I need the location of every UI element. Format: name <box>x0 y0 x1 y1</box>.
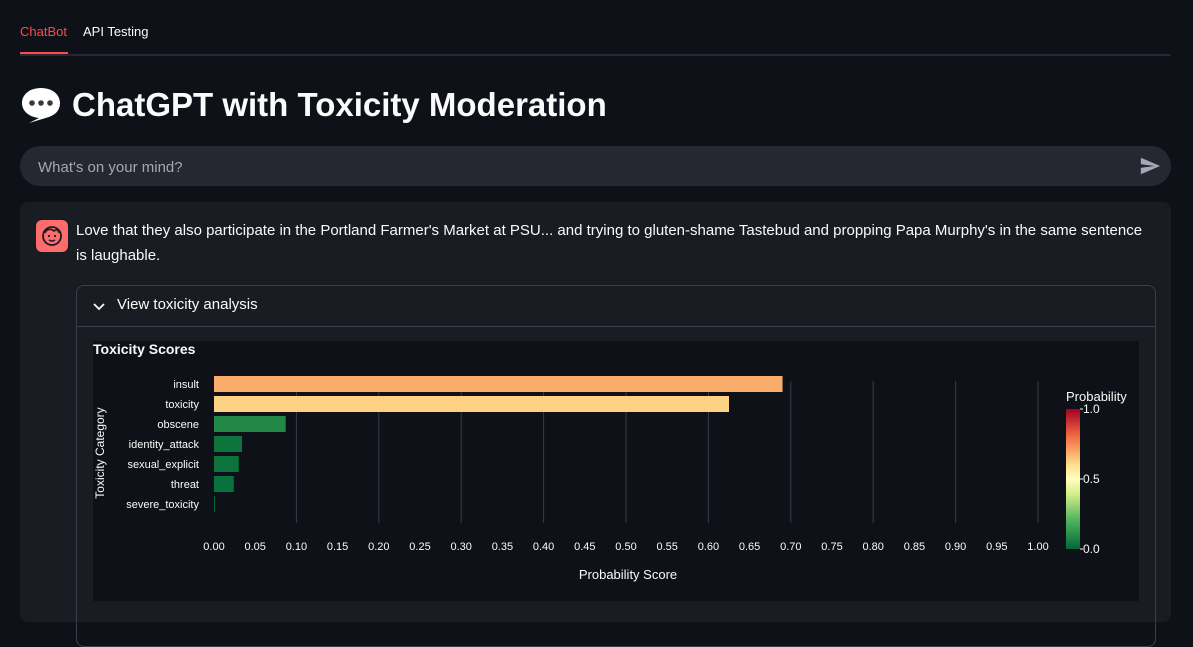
x-tick-label: 0.55 <box>656 541 677 553</box>
x-tick-label: 0.05 <box>244 541 265 553</box>
tab-api-testing[interactable]: API Testing <box>83 24 149 39</box>
chat-input-container <box>20 146 1171 188</box>
bar-insult <box>214 376 783 392</box>
expander-header[interactable]: View toxicity analysis <box>77 286 1155 327</box>
y-tick-label: obscene <box>157 419 199 431</box>
y-tick-label: toxicity <box>165 399 199 411</box>
x-tick-label: 0.95 <box>986 541 1007 553</box>
tab-chatbot[interactable]: ChatBot <box>20 24 67 39</box>
bar-severe_toxicity <box>214 496 215 512</box>
toxicity-chart: Toxicity Scores 0.000.050.100.150.20 <box>93 341 1139 601</box>
x-tick-label: 0.75 <box>821 541 842 553</box>
bar-obscene <box>214 416 286 432</box>
x-tick-label: 0.15 <box>327 541 348 553</box>
x-tick-label: 0.40 <box>533 541 554 553</box>
colorbar-tick-label: 1.0 <box>1083 402 1100 416</box>
x-tick-label: 0.00 <box>203 541 224 553</box>
x-tick-label: 0.50 <box>615 541 636 553</box>
x-tick-label: 0.25 <box>409 541 430 553</box>
y-tick-label: severe_toxicity <box>126 499 199 511</box>
bar-chart-svg: 0.00 0.05 0.10 0.15 0.20 0.25 0.30 0.35 0.40 0.45… <box>93 376 1127 582</box>
x-tick-label: 0.20 <box>368 541 389 553</box>
x-tick-label: 0.70 <box>780 541 801 553</box>
x-axis-label: Probability Score <box>579 567 677 582</box>
x-tick-label: 0.90 <box>945 541 966 553</box>
active-tab-indicator <box>20 52 68 54</box>
send-icon[interactable] <box>1139 155 1161 177</box>
x-tick-label: 0.80 <box>862 541 883 553</box>
toxicity-expander: View toxicity analysis Toxicity Scores 0… <box>76 285 1156 647</box>
y-tick-label: sexual_explicit <box>127 459 199 471</box>
tab-bar: ChatBot API Testing <box>20 0 1171 56</box>
bar-toxicity <box>214 396 729 412</box>
face-icon <box>42 226 62 246</box>
colorbar <box>1066 409 1080 549</box>
y-axis-label: Toxicity Category <box>93 407 107 498</box>
x-tick-label: 0.35 <box>492 541 513 553</box>
x-tick-label: 0.60 <box>698 541 719 553</box>
chat-input[interactable] <box>36 146 1130 188</box>
user-avatar <box>36 220 68 252</box>
y-tick-label: identity_attack <box>129 439 200 451</box>
page-title-text: ChatGPT with Toxicity Moderation <box>72 86 607 123</box>
message-text: Love that they also participate in the P… <box>76 222 1143 264</box>
page-title: ChatGPT with Toxicity Moderation <box>20 86 607 124</box>
x-tick-label: 1.00 <box>1027 541 1048 553</box>
x-tick-label: 0.30 <box>450 541 471 553</box>
expander-label: View toxicity analysis <box>117 296 258 313</box>
x-tick-label: 0.10 <box>286 541 307 553</box>
colorbar-tick-label: 0.0 <box>1083 542 1100 556</box>
colorbar-tick-label: 0.5 <box>1083 472 1100 486</box>
y-tick-label: threat <box>171 479 199 491</box>
bar-threat <box>214 476 234 492</box>
y-tick-label: insult <box>173 379 199 391</box>
x-tick-label: 0.45 <box>574 541 595 553</box>
bar-identity_attack <box>214 436 243 452</box>
bar-sexual_explicit <box>214 456 239 472</box>
chevron-down-icon <box>93 303 105 311</box>
x-tick-label: 0.85 <box>904 541 925 553</box>
speech-balloon-icon <box>22 88 60 123</box>
chat-message: Love that they also participate in the P… <box>20 202 1171 647</box>
x-tick-label: 0.65 <box>739 541 760 553</box>
